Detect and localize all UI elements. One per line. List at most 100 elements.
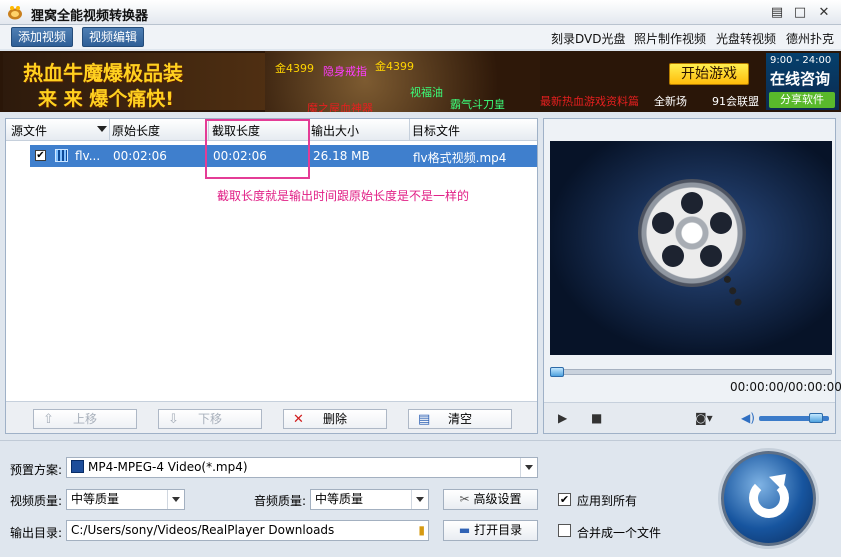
video-quality-value: 中等质量: [71, 492, 120, 506]
chevron-down-icon[interactable]: [167, 490, 184, 509]
reel-hole: [662, 245, 684, 267]
banner-scene: 金4399 隐身戒指 金4399 视福油 霸气斗刀皇 魔之屋血神器: [265, 51, 540, 112]
minimize-icon[interactable]: ▤: [768, 4, 786, 21]
mp4-format-icon: [71, 460, 84, 473]
consult-panel[interactable]: 9:00 - 24:00 在线咨询 分享软件: [766, 53, 839, 110]
camera-icon[interactable]: ◙▾: [695, 411, 713, 425]
audio-quality-label: 音频质量:: [254, 494, 307, 508]
advanced-settings-button[interactable]: ✂ 高级设置: [443, 489, 538, 510]
arrow-down-icon: ⇩: [168, 412, 179, 427]
apply-all-checkbox[interactable]: ✔: [558, 493, 571, 506]
title-bar: 狸窝全能视频转换器 ▤ □ ✕: [0, 0, 841, 25]
reel-hole: [700, 245, 722, 267]
preset-label: 预置方案:: [10, 463, 63, 477]
move-up-button[interactable]: ⇧ 上移: [33, 409, 137, 429]
play-game-button[interactable]: 开始游戏: [669, 63, 749, 85]
disc-to-video-link[interactable]: 光盘转视频: [716, 30, 776, 47]
close-icon[interactable]: ✕: [815, 4, 833, 21]
ad-banner[interactable]: 热血牛魔爆极品装 来 来 爆个痛快! 金4399 隐身戒指 金4399 视福油 …: [0, 51, 841, 112]
player-controls: ▶ ■ ◙▾ ◀): [544, 402, 835, 433]
toolbar: 添加视频 视频编辑 刻录DVD光盘 照片制作视频 光盘转视频 德州扑克: [0, 25, 841, 49]
start-convert-button[interactable]: [721, 451, 816, 546]
maximize-icon[interactable]: □: [791, 4, 809, 21]
video-quality-label: 视频质量:: [10, 494, 63, 508]
photo-video-link[interactable]: 照片制作视频: [634, 30, 706, 47]
move-up-label: 上移: [72, 412, 97, 426]
open-directory-button[interactable]: ▬ 打开目录: [443, 520, 538, 541]
chevron-down-icon[interactable]: [520, 458, 537, 477]
move-down-button[interactable]: ⇩ 下移: [158, 409, 262, 429]
clear-button[interactable]: ▤ 清空: [408, 409, 512, 429]
output-dir-value: C:/Users/sony/Videos/RealPlayer Download…: [71, 523, 335, 537]
volume-thumb[interactable]: [809, 413, 824, 423]
reel-hole: [681, 192, 703, 214]
banner-red-text: 最新热血游戏资料篇: [540, 95, 639, 108]
window-title: 狸窝全能视频转换器: [31, 9, 149, 24]
online-consult: 在线咨询: [770, 70, 831, 88]
chevron-down-icon[interactable]: [411, 490, 428, 509]
edit-video-button[interactable]: 视频编辑: [82, 27, 145, 47]
delete-label: 删除: [322, 412, 347, 426]
timecode: 00:00:00/00:00:00: [730, 380, 841, 394]
column-divider: [109, 119, 110, 141]
play-icon[interactable]: ▶: [558, 411, 567, 425]
volume-icon[interactable]: ◀): [741, 411, 755, 425]
banner-item: 隐身戒指: [323, 65, 367, 78]
burn-dvd-link[interactable]: 刻录DVD光盘: [551, 30, 625, 47]
banner-item: 霸气斗刀皇: [450, 98, 505, 111]
output-settings: 预置方案: MP4-MPEG-4 Video(*.mp4) 视频质量: 中等质量…: [0, 440, 841, 557]
banner-item: 金4399: [375, 60, 414, 73]
reel-hole: [710, 212, 732, 234]
scissors-icon: ✂: [459, 492, 470, 506]
folder-browse-icon[interactable]: ▮: [418, 521, 425, 540]
source-file: flv...: [75, 149, 101, 163]
video-quality-select[interactable]: 中等质量: [66, 489, 185, 510]
annotation-text: 截取长度就是输出时间跟原始长度是不是一样的: [217, 189, 470, 203]
reel-hole: [652, 212, 674, 234]
audio-quality-select[interactable]: 中等质量: [310, 489, 429, 510]
banner-item: 魔之屋血神器: [307, 102, 373, 112]
preview-panel: 00:00:00/00:00:00 ▶ ■ ◙▾ ◀): [543, 118, 841, 434]
share-button[interactable]: 分享软件: [769, 92, 835, 108]
column-source[interactable]: 源文件: [11, 122, 47, 139]
merge-label: 合并成一个文件: [577, 526, 662, 540]
banner-union: 91会联盟: [712, 95, 759, 108]
volume-slider[interactable]: [759, 413, 829, 423]
banner-item: 视福油: [410, 86, 443, 99]
film-reel-icon: [638, 179, 746, 287]
output-size: 26.18 MB: [313, 149, 370, 163]
column-target-file[interactable]: 目标文件: [412, 122, 460, 139]
preset-select[interactable]: MP4-MPEG-4 Video(*.mp4): [66, 457, 538, 478]
banner-title-2: 来 来 爆个痛快!: [38, 88, 174, 110]
delete-button[interactable]: ✕ 删除: [283, 409, 387, 429]
row-checkbox[interactable]: ✔: [35, 150, 46, 161]
merge-checkbox[interactable]: [558, 524, 571, 537]
chevron-down-icon[interactable]: [97, 126, 107, 132]
service-hours: 9:00 - 24:00: [770, 55, 832, 66]
clear-label: 清空: [447, 412, 472, 426]
preset-value: MP4-MPEG-4 Video(*.mp4): [88, 460, 248, 474]
open-directory-label: 打开目录: [474, 523, 523, 537]
highlight-box: [205, 119, 310, 179]
stop-icon[interactable]: ■: [591, 411, 602, 425]
seek-thumb[interactable]: [550, 367, 564, 377]
target-file: flv格式视频.mp4: [413, 151, 507, 165]
film-icon: [55, 149, 68, 162]
apply-all-label: 应用到所有: [577, 494, 638, 508]
audio-quality-value: 中等质量: [315, 492, 364, 506]
banner-title-1: 热血牛魔爆极品装: [23, 61, 183, 85]
arrow-up-icon: ⇧: [43, 412, 54, 427]
column-original-length[interactable]: 原始长度: [112, 122, 160, 139]
banner-new-server: 全新场: [654, 95, 687, 108]
column-divider: [409, 119, 410, 141]
app-icon: [8, 6, 22, 20]
advanced-settings-label: 高级设置: [473, 492, 522, 506]
poker-link[interactable]: 德州扑克: [786, 30, 834, 47]
seek-bar[interactable]: [550, 367, 832, 377]
video-screen: [550, 141, 832, 355]
column-output-size[interactable]: 输出大小: [311, 122, 359, 139]
move-down-label: 下移: [197, 412, 222, 426]
add-video-button[interactable]: 添加视频: [11, 27, 74, 47]
output-dir-label: 输出目录:: [10, 526, 63, 540]
output-dir-field[interactable]: C:/Users/sony/Videos/RealPlayer Download…: [66, 520, 429, 541]
